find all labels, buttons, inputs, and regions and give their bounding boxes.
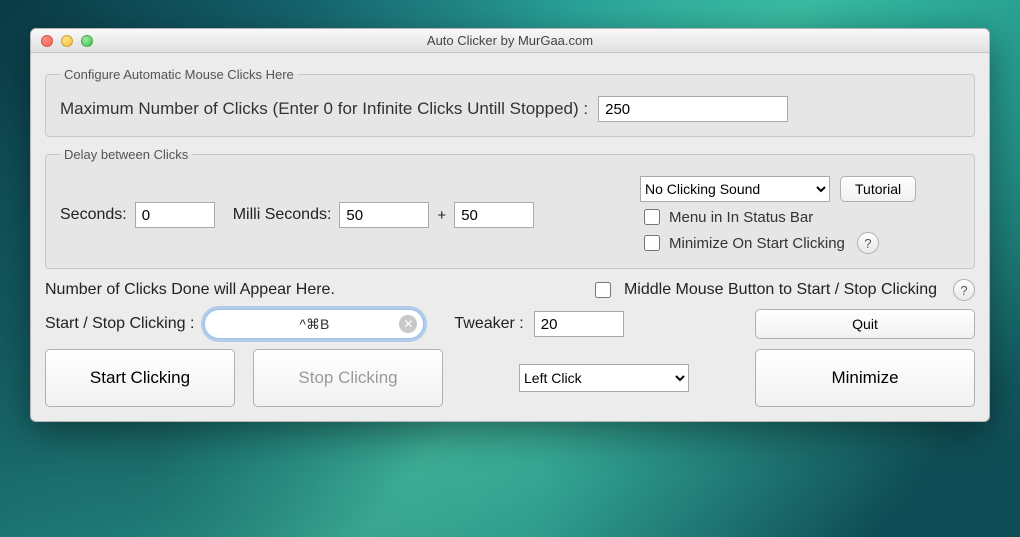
tutorial-button[interactable]: Tutorial <box>840 176 916 202</box>
delay-legend: Delay between Clicks <box>60 147 192 162</box>
config-legend: Configure Automatic Mouse Clicks Here <box>60 67 298 82</box>
click-type-select[interactable]: Left Click <box>519 364 689 392</box>
titlebar[interactable]: Auto Clicker by MurGaa.com <box>31 29 989 53</box>
shortcut-label: Start / Stop Clicking : <box>45 315 194 333</box>
minimize-start-checkbox[interactable] <box>644 235 660 251</box>
clicks-done-label: Number of Clicks Done will Appear Here. <box>45 281 335 299</box>
middle-mouse-checkbox[interactable] <box>595 282 611 298</box>
sound-select[interactable]: No Clicking Sound <box>640 176 830 202</box>
menu-bar-label: Menu in In Status Bar <box>669 209 813 226</box>
window-title: Auto Clicker by MurGaa.com <box>31 33 989 48</box>
tweaker-label: Tweaker : <box>454 315 523 333</box>
minimize-button[interactable]: Minimize <box>755 349 975 407</box>
ms-input-2[interactable] <box>454 202 534 228</box>
help-icon[interactable]: ? <box>953 279 975 301</box>
stop-button[interactable]: Stop Clicking <box>253 349 443 407</box>
start-button[interactable]: Start Clicking <box>45 349 235 407</box>
clear-icon[interactable]: ✕ <box>399 315 417 333</box>
delay-group: Delay between Clicks Seconds: Milli Seco… <box>45 147 975 269</box>
quit-button[interactable]: Quit <box>755 309 975 339</box>
minimize-start-label: Minimize On Start Clicking <box>669 235 845 252</box>
max-clicks-label: Maximum Number of Clicks (Enter 0 for In… <box>60 99 588 119</box>
menu-bar-checkbox[interactable] <box>644 209 660 225</box>
shortcut-input[interactable]: ^⌘B ✕ <box>204 309 424 339</box>
content-area: Configure Automatic Mouse Clicks Here Ma… <box>31 53 989 421</box>
ms-input-1[interactable] <box>339 202 429 228</box>
ms-label: Milli Seconds: <box>233 206 332 224</box>
app-window: Auto Clicker by MurGaa.com Configure Aut… <box>30 28 990 422</box>
shortcut-value: ^⌘B <box>299 316 329 333</box>
config-group: Configure Automatic Mouse Clicks Here Ma… <box>45 67 975 137</box>
middle-mouse-label: Middle Mouse Button to Start / Stop Clic… <box>624 281 937 299</box>
plus-label: + <box>437 207 446 224</box>
help-icon[interactable]: ? <box>857 232 879 254</box>
seconds-label: Seconds: <box>60 206 127 224</box>
max-clicks-input[interactable] <box>598 96 788 122</box>
seconds-input[interactable] <box>135 202 215 228</box>
tweaker-input[interactable] <box>534 311 624 337</box>
